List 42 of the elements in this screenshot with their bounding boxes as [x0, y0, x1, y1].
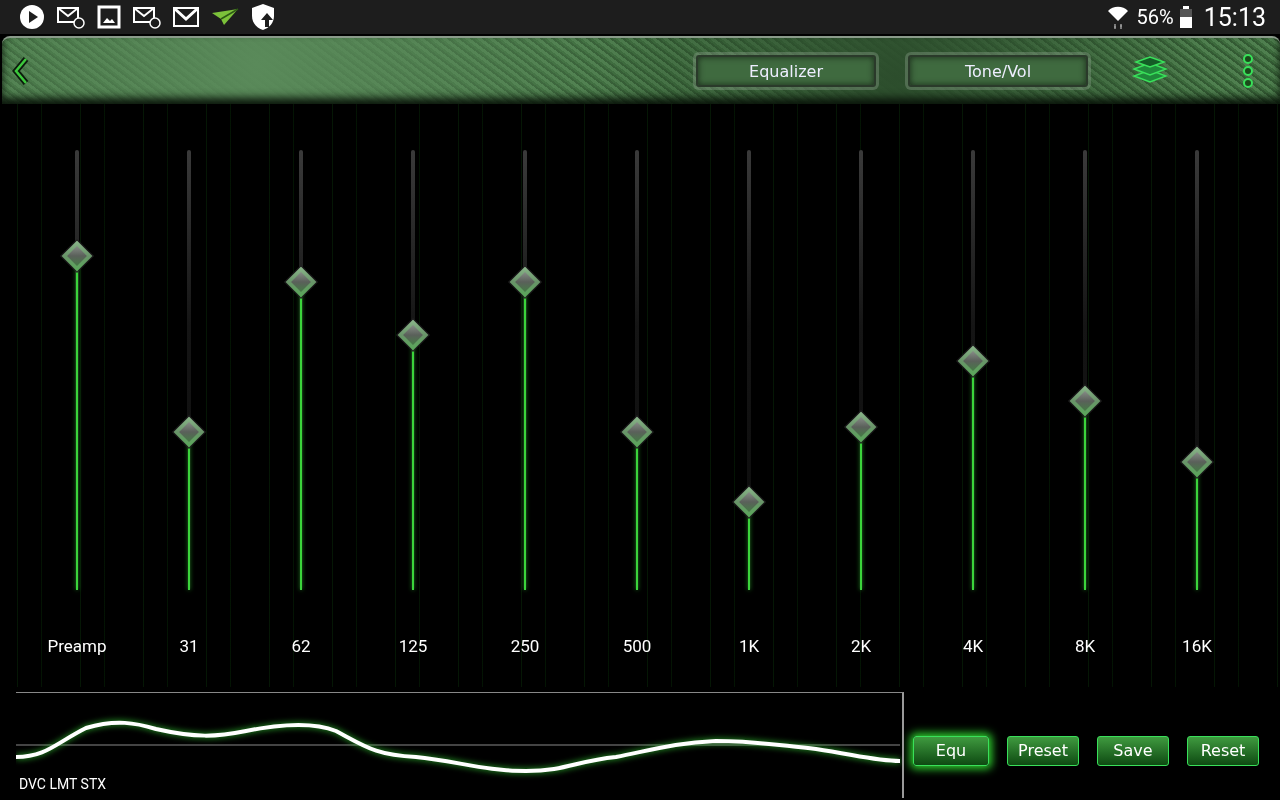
eq-slider[interactable] [958, 150, 988, 590]
band-label: 125 [398, 636, 428, 656]
band-label: 1K [738, 636, 760, 656]
eq-slider[interactable] [398, 150, 428, 590]
email-icon [57, 5, 85, 29]
email-icon [133, 5, 161, 29]
graph-label: DVC LMT STX [19, 775, 106, 792]
battery-icon [1179, 6, 1192, 28]
eq-slider[interactable] [734, 150, 764, 590]
mode-button[interactable]: Preset [1007, 735, 1079, 766]
more-options-icon[interactable] [1242, 54, 1254, 88]
band-label: 16K [1182, 636, 1212, 656]
eq-slider[interactable] [1182, 150, 1212, 590]
eq-slider[interactable] [1070, 150, 1100, 590]
band-label: 2K [850, 636, 872, 656]
band-label: 8K [1074, 636, 1096, 656]
tab[interactable]: Tone/Vol [908, 55, 1088, 87]
back-chevron-icon[interactable] [12, 57, 30, 85]
mode-button[interactable]: Reset [1187, 735, 1259, 766]
band-label: 250 [510, 636, 540, 656]
mode-button[interactable]: Save [1097, 735, 1169, 766]
mode-button[interactable]: Equ [913, 735, 989, 766]
tab[interactable]: Equalizer [696, 55, 876, 87]
band-label: 31 [179, 636, 199, 656]
eq-slider[interactable] [846, 150, 876, 590]
clock-time: 15:13 [1203, 2, 1266, 32]
band-label: 4K [962, 636, 984, 656]
layers-icon[interactable] [1132, 56, 1168, 86]
eq-slider[interactable] [62, 150, 92, 590]
eq-slider[interactable] [510, 150, 540, 590]
mail-icon [173, 6, 199, 28]
image-icon [97, 5, 121, 29]
band-label: Preamp [47, 636, 107, 656]
eq-slider[interactable] [174, 150, 204, 590]
band-label: 62 [291, 636, 311, 656]
shield-icon [251, 3, 277, 31]
play-icon [19, 4, 45, 30]
band-label: 500 [622, 636, 652, 656]
paper-plane-icon [211, 7, 239, 27]
battery-percentage: 56% [1136, 5, 1174, 29]
eq-slider[interactable] [286, 150, 316, 590]
eq-slider[interactable] [622, 150, 652, 590]
